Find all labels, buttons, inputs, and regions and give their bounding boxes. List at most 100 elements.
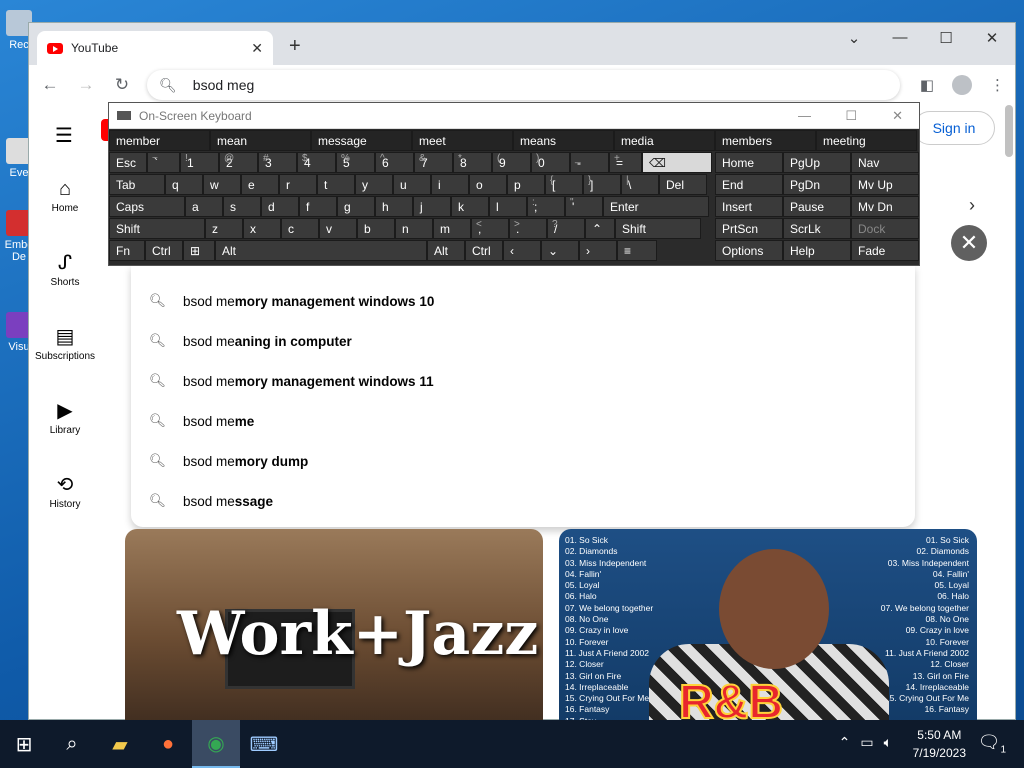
key-0[interactable]: ) 0 [531, 152, 570, 173]
key-l[interactable]: l [489, 196, 527, 217]
key-r[interactable]: r [279, 174, 317, 195]
prediction-message[interactable]: message [311, 130, 412, 151]
key--[interactable]: ⌄ [541, 240, 579, 261]
profile-avatar[interactable] [952, 75, 972, 95]
key--[interactable]: ≡ [617, 240, 657, 261]
key-nav[interactable]: Nav [851, 152, 919, 173]
key-mv-dn[interactable]: Mv Dn [851, 196, 919, 217]
suggestion-item[interactable]: 🔍︎ bsod me mory management windows 10 [131, 281, 915, 321]
sidebar-item-shorts[interactable]: ᔑ Shorts [29, 249, 101, 323]
key-alt[interactable]: Alt [427, 240, 465, 261]
tab-youtube[interactable]: YouTube ✕ [37, 31, 273, 65]
osk-maximize-button[interactable]: ☐ [845, 108, 857, 124]
key--[interactable]: _ - [570, 152, 609, 173]
prediction-meet[interactable]: meet [412, 130, 513, 151]
key-a[interactable]: a [185, 196, 223, 217]
prediction-meeting[interactable]: meeting [816, 130, 917, 151]
sidebar-item-history[interactable]: ⟲ History [29, 471, 101, 545]
key-shift[interactable]: Shift [615, 218, 701, 239]
key-x[interactable]: x [243, 218, 281, 239]
file-explorer-icon[interactable]: ▰ [96, 720, 144, 768]
key--[interactable]: {[ [545, 174, 583, 195]
menu-kebab-icon[interactable]: ⋮ [990, 76, 1005, 94]
key-j[interactable]: j [413, 196, 451, 217]
sign-in-button[interactable]: Sign in [913, 111, 995, 145]
key-dock[interactable]: Dock [851, 218, 919, 239]
key-h[interactable]: h [375, 196, 413, 217]
key-u[interactable]: u [393, 174, 431, 195]
suggestion-item[interactable]: 🔍︎ bsod me me [131, 401, 915, 441]
key-fade[interactable]: Fade [851, 240, 919, 261]
key-9[interactable]: (9 [492, 152, 531, 173]
key-5[interactable]: % 5 [336, 152, 375, 173]
video-thumbnail[interactable]: Work+Jazz [125, 529, 543, 729]
sidebar-item-subscriptions[interactable]: ▤ Subscriptions [29, 323, 101, 397]
tab-close-icon[interactable]: ✕ [251, 40, 263, 57]
key--[interactable]: ? / [547, 218, 585, 239]
key-prtscn[interactable]: PrtScn [715, 218, 783, 239]
key--[interactable]: >. [509, 218, 547, 239]
key--[interactable]: }] [583, 174, 621, 195]
key--[interactable]: ~ ` [147, 152, 180, 173]
key--[interactable]: ⌫ [642, 152, 712, 173]
key-p[interactable]: p [507, 174, 545, 195]
tab-search-icon[interactable]: ⌄ [831, 29, 877, 47]
osk-taskbar-icon[interactable]: ⌨ [240, 720, 288, 768]
key-alt[interactable]: Alt [215, 240, 427, 261]
key-tab[interactable]: Tab [109, 174, 165, 195]
key--[interactable]: › [579, 240, 617, 261]
key-6[interactable]: ^ 6 [375, 152, 414, 173]
clock[interactable]: 5:50 AM 7/19/2023 [913, 726, 966, 762]
key-v[interactable]: v [319, 218, 357, 239]
key-fn[interactable]: Fn [109, 240, 145, 261]
maximize-button[interactable]: ☐ [923, 29, 969, 47]
key-b[interactable]: b [357, 218, 395, 239]
key-enter[interactable]: Enter [603, 196, 709, 217]
hamburger-menu-icon[interactable]: ☰ [55, 123, 73, 148]
key--[interactable]: ⊞ [183, 240, 215, 261]
key-8[interactable]: * 8 [453, 152, 492, 173]
video-thumbnail[interactable]: 01. So Sick 02. Diamonds 03. Miss Independ… [559, 529, 977, 729]
key-pgdn[interactable]: PgDn [783, 174, 851, 195]
key-g[interactable]: g [337, 196, 375, 217]
side-panel-icon[interactable]: ◧ [920, 76, 934, 94]
key--[interactable]: ‹ [503, 240, 541, 261]
key-e[interactable]: e [241, 174, 279, 195]
chevron-up-icon[interactable]: ⌃ [839, 734, 851, 751]
key-pause[interactable]: Pause [783, 196, 851, 217]
network-icon[interactable]: ▭ [860, 734, 873, 751]
key-y[interactable]: y [355, 174, 393, 195]
key--[interactable]: | \ [621, 174, 659, 195]
reload-button[interactable]: ↻ [111, 75, 133, 95]
suggestion-item[interactable]: 🔍︎ bsod me mory management windows 11 [131, 361, 915, 401]
address-bar[interactable]: 🔍︎ bsod meg [147, 70, 900, 100]
key-del[interactable]: Del [659, 174, 707, 195]
key-3[interactable]: #3 [258, 152, 297, 173]
close-window-button[interactable]: ✕ [969, 29, 1015, 47]
key-ctrl[interactable]: Ctrl [145, 240, 183, 261]
key-home[interactable]: Home [715, 152, 783, 173]
key--[interactable]: " ' [565, 196, 603, 217]
prediction-mean[interactable]: mean [210, 130, 311, 151]
suggestion-item[interactable]: 🔍︎ bsod me mory dump [131, 441, 915, 481]
search-icon[interactable]: ⌕ [48, 720, 96, 768]
prediction-means[interactable]: means [513, 130, 614, 151]
osk-close-button[interactable]: ✕ [892, 108, 903, 124]
notification-center-icon[interactable]: 🗨︎1 [978, 732, 1006, 756]
key--[interactable]: + = [609, 152, 642, 173]
key--[interactable]: :; [527, 196, 565, 217]
key-w[interactable]: w [203, 174, 241, 195]
prediction-member[interactable]: member [109, 130, 210, 151]
key--[interactable]: ⌃ [585, 218, 615, 239]
key-7[interactable]: & 7 [414, 152, 453, 173]
key-i[interactable]: i [431, 174, 469, 195]
key-4[interactable]: $4 [297, 152, 336, 173]
sidebar-item-library[interactable]: ▶ Library [29, 397, 101, 471]
prediction-media[interactable]: media [614, 130, 715, 151]
key-caps[interactable]: Caps [109, 196, 185, 217]
page-scrollbar[interactable] [1005, 105, 1013, 157]
clear-search-button[interactable]: ✕ [951, 225, 987, 261]
key-scrlk[interactable]: ScrLk [783, 218, 851, 239]
back-button[interactable]: ← [39, 75, 61, 95]
key-pgup[interactable]: PgUp [783, 152, 851, 173]
